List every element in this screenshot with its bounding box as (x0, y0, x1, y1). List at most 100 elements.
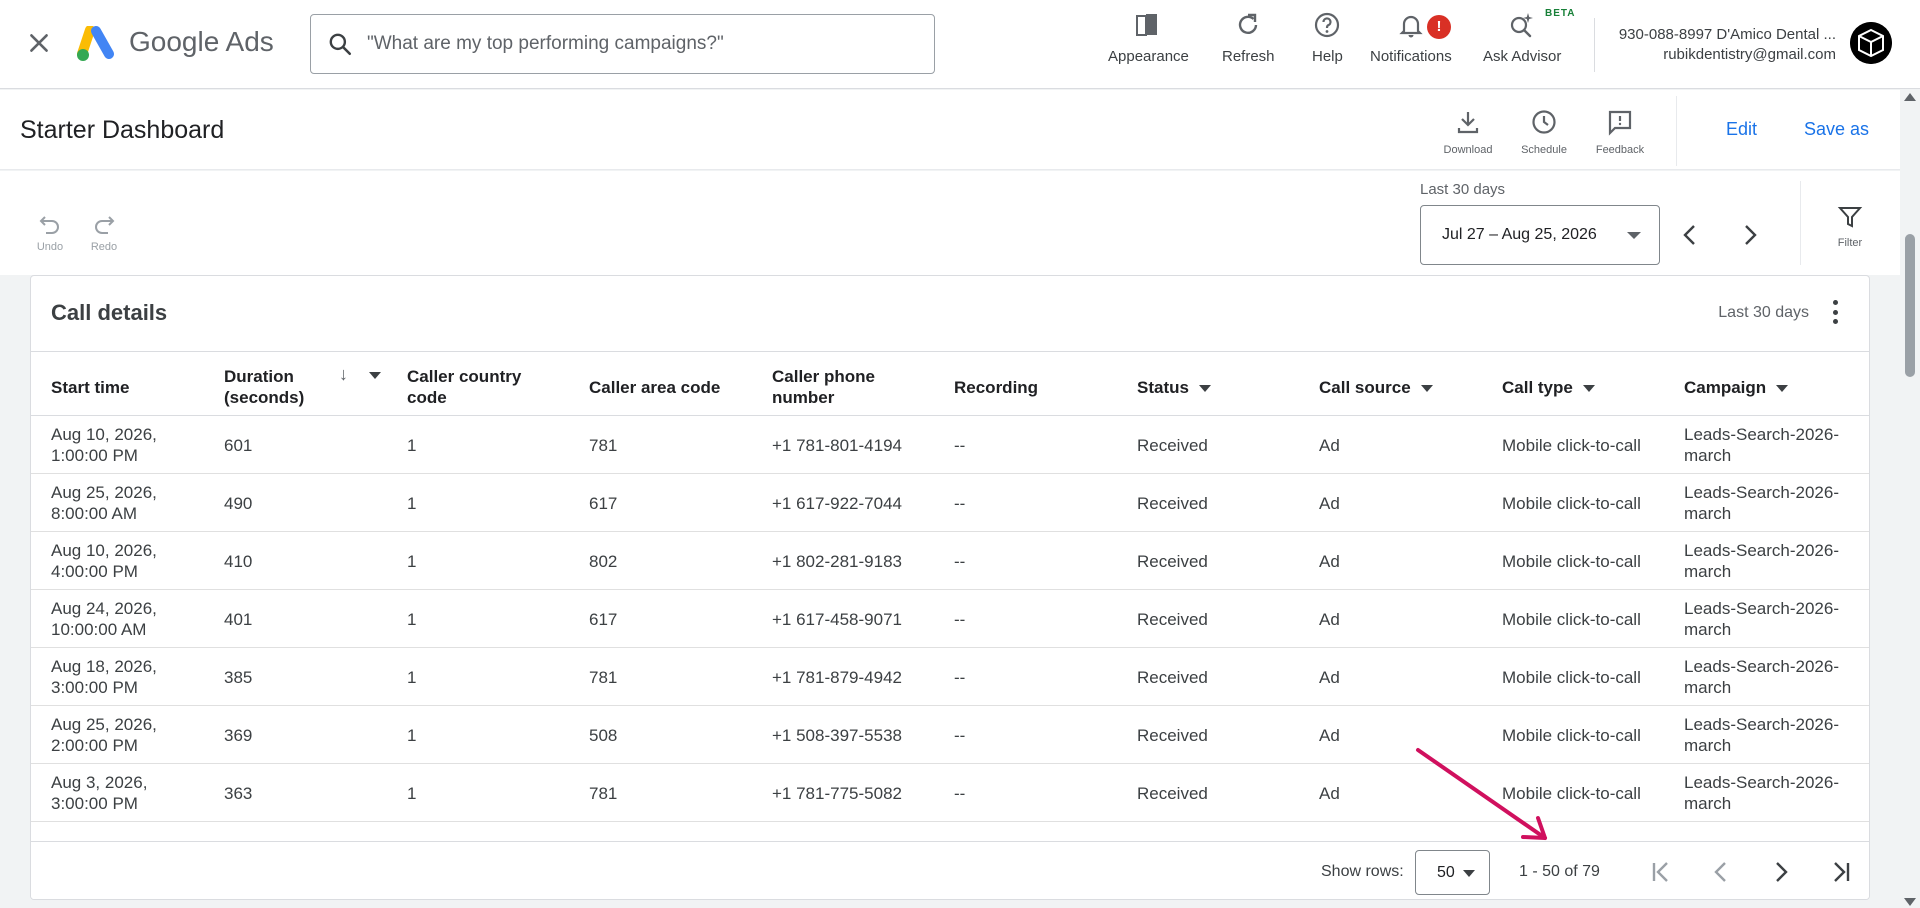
notifications-button[interactable]: ! Notifications (1370, 10, 1452, 65)
table-cell-type: Mobile click-to-call (1502, 783, 1641, 803)
account-id: 930-088-8997 D'Amico Dental ... (1618, 26, 1836, 43)
table-cell-duration: 490 (224, 493, 253, 513)
next-period-button[interactable] (1736, 221, 1764, 249)
table-cell-start: Aug 3, 2026, (51, 822, 147, 841)
first-page-button[interactable] (1647, 858, 1675, 886)
redo-button[interactable]: Redo (79, 211, 129, 253)
header-divider (1676, 96, 1677, 166)
download-icon (1457, 112, 1479, 134)
date-range-label: Last 30 days (1420, 181, 1506, 198)
dashboard-header: Starter Dashboard Download Schedule Feed… (0, 90, 1900, 170)
table-cell-recording: -- (954, 493, 966, 513)
table-cell-phone: +1 781-775-5082 (772, 783, 902, 803)
appearance-button[interactable]: Appearance (1108, 10, 1189, 65)
previous-page-button[interactable] (1707, 858, 1735, 886)
column-header-campaign[interactable]: Campaign (1684, 377, 1789, 398)
table-cell-duration: 385 (224, 667, 253, 687)
table-cell-area: 508 (589, 725, 618, 745)
table-cell-status: Received (1137, 783, 1208, 803)
undo-icon (39, 216, 59, 234)
page-scrollbar[interactable] (1900, 89, 1920, 908)
help-button[interactable]: Help (1312, 10, 1343, 65)
close-icon[interactable] (26, 30, 52, 56)
sort-descending-icon[interactable]: ↓ (339, 364, 348, 385)
table-row[interactable]: Aug 25, 2026, 8:00:00 AM 490 1 617 +1 617-92… (31, 474, 1869, 532)
scroll-up-icon[interactable] (1904, 93, 1916, 101)
previous-period-button[interactable] (1676, 221, 1704, 249)
table-cell-source: Ad (1319, 667, 1340, 687)
filter-button[interactable]: Filter (1820, 203, 1880, 249)
help-icon (1315, 12, 1340, 38)
table-cell-type: Mobile click-to-call (1502, 493, 1641, 513)
table-cell-duration: 410 (224, 551, 253, 571)
table-row[interactable]: Aug 25, 2026, 2:00:00 PM 369 1 508 +1 508-39… (31, 706, 1869, 764)
scrollbar-thumb[interactable] (1905, 234, 1915, 377)
table-cell-recording: -- (954, 783, 966, 803)
save-as-button[interactable]: Save as (1804, 119, 1869, 140)
table-cell-type: Mobile click-to-call (1502, 551, 1641, 571)
filter-icon (1837, 207, 1863, 228)
table-row[interactable]: Aug 24, 2026, 10:00:00 AM 401 1 617 +1 617-4… (31, 590, 1869, 648)
more-options-icon[interactable] (1833, 300, 1839, 324)
chevron-down-icon (1198, 385, 1211, 393)
column-header-area-code[interactable]: Caller area code (589, 377, 720, 398)
table-row[interactable]: Aug 18, 2026, 3:00:00 PM 385 1 781 +1 781-87… (31, 648, 1869, 706)
search-box[interactable]: "What are my top performing campaigns?" (310, 14, 935, 74)
table-cell-status: Received (1137, 667, 1208, 687)
scroll-down-icon[interactable] (1904, 898, 1916, 906)
table-cell-start: Aug 25, 2026, 8:00:00 AM (51, 483, 157, 523)
column-header-country-code[interactable]: Caller country code (407, 366, 521, 408)
column-header-recording[interactable]: Recording (954, 377, 1038, 398)
column-header-phone[interactable]: Caller phone number (772, 366, 875, 408)
column-header-call-type[interactable]: Call type (1502, 377, 1595, 398)
table-row[interactable]: Aug 10, 2026, 4:00:00 PM 410 1 802 +1 802-28… (31, 532, 1869, 590)
table-row[interactable]: Aug 3, 2026, Leads-Search-2026- (31, 822, 1869, 841)
column-header-call-source[interactable]: Call source (1319, 377, 1433, 398)
next-page-button[interactable] (1767, 858, 1795, 886)
bell-icon (1399, 15, 1423, 38)
schedule-button[interactable]: Schedule (1509, 108, 1579, 156)
column-header-duration[interactable]: Duration (seconds) (224, 366, 304, 408)
table-cell-source: Ad (1319, 725, 1340, 745)
show-rows-label: Show rows: (1321, 863, 1404, 880)
account-info[interactable]: 930-088-8997 D'Amico Dental ... rubikden… (1619, 25, 1836, 65)
topbar-divider (1594, 18, 1595, 72)
refresh-icon (1239, 13, 1258, 34)
appearance-icon (1136, 14, 1158, 36)
date-range-picker[interactable]: Jul 27 – Aug 25, 2026 (1420, 205, 1660, 265)
table-row[interactable]: Aug 10, 2026, 1:00:00 PM 601 1 781 +1 781-80… (31, 416, 1869, 474)
table-cell-source: Ad (1319, 493, 1340, 513)
table-cell-source: Ad (1319, 435, 1340, 455)
table-cell-type: Mobile click-to-call (1502, 667, 1641, 687)
table-cell-campaign: Leads-Search-2026- march (1684, 483, 1839, 523)
edit-button[interactable]: Edit (1726, 119, 1757, 140)
avatar[interactable] (1850, 22, 1892, 64)
chevron-down-icon[interactable] (369, 372, 381, 379)
table-row[interactable]: Aug 3, 2026, 3:00:00 PM 363 1 781 +1 781-775… (31, 764, 1869, 822)
download-button[interactable]: Download (1433, 108, 1503, 156)
chevron-down-icon (1776, 385, 1789, 393)
table-cell-country: 1 (407, 435, 417, 455)
rows-per-page-select[interactable]: 50 (1415, 850, 1490, 895)
refresh-button[interactable]: Refresh (1222, 10, 1275, 65)
table-cell-phone: +1 802-281-9183 (772, 551, 902, 571)
table-cell-area: 802 (589, 551, 618, 571)
table-cell-source: Ad (1319, 609, 1340, 629)
table-cell-type: Mobile click-to-call (1502, 435, 1641, 455)
table-cell-recording: -- (954, 725, 966, 745)
table-cell-country: 1 (407, 609, 417, 629)
notification-badge: ! (1427, 15, 1451, 39)
last-page-button[interactable] (1827, 858, 1855, 886)
table-cell-area: 781 (589, 783, 618, 803)
table-cell-status: Received (1137, 493, 1208, 513)
column-header-start-time[interactable]: Start time (51, 377, 129, 398)
feedback-button[interactable]: Feedback (1585, 108, 1655, 156)
table-cell-duration: 401 (224, 609, 253, 629)
column-header-status[interactable]: Status (1137, 377, 1211, 398)
undo-button[interactable]: Undo (25, 211, 75, 253)
table-cell-country: 1 (407, 783, 417, 803)
table-cell-status: Received (1137, 435, 1208, 455)
table-cell-source: Ad (1319, 783, 1340, 803)
table-cell-country: 1 (407, 493, 417, 513)
table-cell-area: 781 (589, 435, 618, 455)
